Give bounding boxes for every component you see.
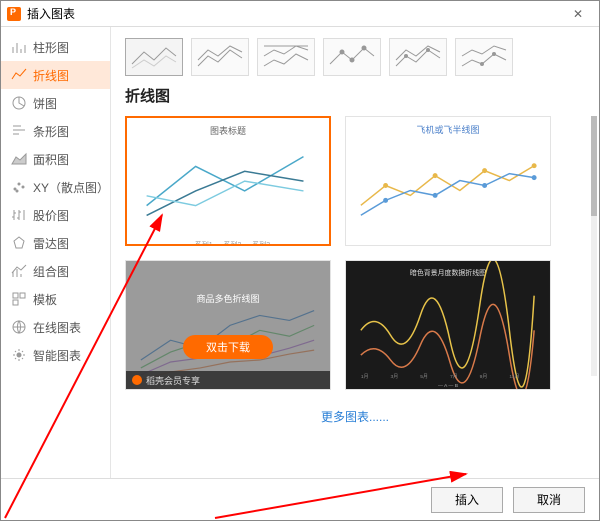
subtype-line-basic[interactable] [125,38,183,76]
svg-text:1月: 1月 [361,374,369,380]
combo-chart-icon [11,263,27,279]
sidebar-item-scatter[interactable]: XY（散点图） [1,173,110,201]
line-subtype-row [125,35,585,79]
chart-preview-icon: 暗色背景月度数据折线图 1月 3月 5月 7月 9月 11月 — A — B [346,261,550,390]
template-basic-line[interactable]: 图表标题 — 系列1 — 系列2 — 系列3 [125,116,331,246]
section-heading: 折线图 [125,85,585,106]
sidebar-item-smart[interactable]: 智能图表 [1,341,110,369]
column-chart-icon [11,39,27,55]
cancel-button[interactable]: 取消 [513,487,585,513]
more-charts-link[interactable]: 更多图表...... [125,408,585,425]
chart-preview-icon [127,137,329,235]
sidebar-item-online[interactable]: 在线图表 [1,313,110,341]
chart-category-sidebar: 柱形图 折线图 饼图 条形图 面积图 XY（散点图） 股价图 雷达图 组合图 模… [1,27,111,478]
stock-chart-icon [11,207,27,223]
svg-text:— A — B: — A — B [438,383,459,389]
download-button[interactable]: 双击下载 [183,335,273,359]
area-chart-icon [11,151,27,167]
sidebar-item-column[interactable]: 柱形图 [1,33,110,61]
svg-text:3月: 3月 [391,374,399,380]
sidebar-item-bar[interactable]: 条形图 [1,117,110,145]
titlebar: 插入图表 ✕ [1,1,599,27]
app-logo-icon [7,7,21,21]
close-button[interactable]: ✕ [563,7,593,21]
svg-text:7月: 7月 [450,374,458,380]
sidebar-item-radar[interactable]: 雷达图 [1,229,110,257]
subtype-line-percent-markers[interactable] [455,38,513,76]
sidebar-item-line[interactable]: 折线图 [1,61,110,89]
subtype-line-stacked[interactable] [191,38,249,76]
member-badge: 稻壳会员专享 [126,371,330,389]
sidebar-item-template[interactable]: 模板 [1,285,110,313]
scrollbar-thumb[interactable] [591,116,597,216]
pie-chart-icon [11,95,27,111]
svg-text:5月: 5月 [420,374,428,380]
bar-chart-icon [11,123,27,139]
member-dot-icon [132,375,142,385]
sidebar-item-pie[interactable]: 饼图 [1,89,110,117]
insert-chart-dialog: 插入图表 ✕ 柱形图 折线图 饼图 条形图 面积图 XY（散点图） 股价图 雷达… [0,0,600,521]
radar-chart-icon [11,235,27,251]
main-panel: 折线图 图表标题 — 系列1 — 系列2 — 系列3 飞机或飞半线图 [111,27,599,478]
sidebar-item-combo[interactable]: 组合图 [1,257,110,285]
dialog-title: 插入图表 [27,5,75,22]
template-marker-line[interactable]: 飞机或飞半线图 [345,116,551,246]
svg-text:暗色背景月度数据折线图: 暗色背景月度数据折线图 [410,268,486,277]
line-chart-icon [11,67,27,83]
insert-button[interactable]: 插入 [431,487,503,513]
subtype-line-markers[interactable] [323,38,381,76]
template-grid: 图表标题 — 系列1 — 系列2 — 系列3 飞机或飞半线图 [125,116,585,390]
template-dark-line[interactable]: 暗色背景月度数据折线图 1月 3月 5月 7月 9月 11月 — A — B [345,260,551,390]
scatter-chart-icon [11,179,27,195]
online-chart-icon [11,319,27,335]
sidebar-item-area[interactable]: 面积图 [1,145,110,173]
smart-chart-icon [11,347,27,363]
svg-text:11月: 11月 [509,374,519,380]
scrollbar[interactable] [591,116,597,376]
template-multicolor-line[interactable]: 商品多色折线图 双击下载 稻壳会员专享 [125,260,331,390]
svg-text:9月: 9月 [480,374,488,380]
download-overlay: 商品多色折线图 双击下载 [126,261,330,389]
sidebar-item-stock[interactable]: 股价图 [1,201,110,229]
template-icon [11,291,27,307]
chart-preview-icon [346,136,550,245]
dialog-footer: 插入 取消 [1,478,599,520]
subtype-line-stacked-markers[interactable] [389,38,447,76]
subtype-line-percent[interactable] [257,38,315,76]
